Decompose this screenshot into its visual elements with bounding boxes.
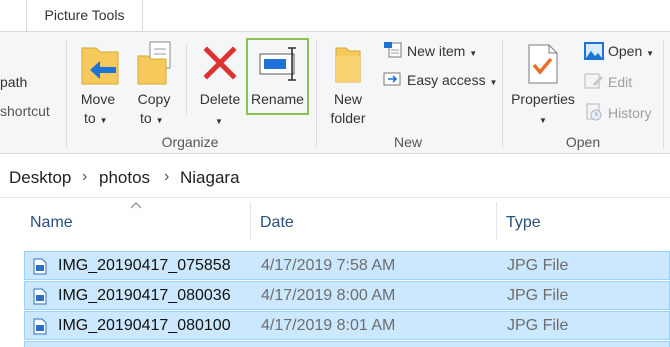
file-name: IMG_20190417_075858 <box>58 257 231 274</box>
rename-label: Rename <box>251 91 304 107</box>
group-separator <box>663 40 664 148</box>
file-name: IMG_20190417_080036 <box>58 287 231 304</box>
move-to-label-2: to ▼ <box>84 110 108 126</box>
group-separator <box>316 40 317 148</box>
new-item-label: New item ▼ <box>407 43 478 59</box>
ribbon-tab-strip: Picture Tools <box>0 0 670 31</box>
new-folder-label-1: New <box>333 91 362 107</box>
file-row[interactable]: IMG_20190417_080100 4/17/2019 8:01 AM JP… <box>24 311 670 340</box>
breadcrumb-separator[interactable]: › <box>82 168 87 186</box>
easy-access-icon <box>383 72 401 86</box>
edit-label: Edit <box>608 74 633 90</box>
paste-shortcut-label[interactable]: shortcut <box>0 102 50 120</box>
edit-icon <box>584 73 603 89</box>
jpg-file-icon <box>33 258 47 275</box>
rename-icon <box>259 47 296 81</box>
move-to-icon <box>81 47 119 85</box>
history-label: History <box>608 105 652 121</box>
tab-partial[interactable] <box>0 0 27 31</box>
column-header-type[interactable]: Type <box>497 199 670 245</box>
jpg-file-icon <box>33 318 47 335</box>
group-separator <box>502 40 503 148</box>
organize-group-label: Organize <box>161 134 219 150</box>
breadcrumb-niagara[interactable]: Niagara <box>180 168 240 188</box>
open-image-icon <box>584 42 604 60</box>
copy-to-label-2: to ▼ <box>140 110 164 126</box>
group-separator <box>66 40 67 148</box>
delete-x-icon <box>203 46 237 80</box>
easy-access-label: Easy access ▼ <box>407 72 498 88</box>
file-type: JPG File <box>507 317 569 334</box>
file-type: JPG File <box>507 257 569 274</box>
file-row[interactable]: IMG_20190417_075858 4/17/2019 7:58 AM JP… <box>24 251 670 280</box>
file-date: 4/17/2019 8:00 AM <box>261 287 396 304</box>
file-name: IMG_20190417_080100 <box>58 317 231 334</box>
open-group-label: Open <box>565 134 601 150</box>
copy-path-label[interactable]: path <box>0 73 27 91</box>
file-row-partial[interactable] <box>24 341 670 347</box>
new-item-icon <box>384 42 402 58</box>
new-folder-label-2: folder <box>330 110 366 126</box>
delete-dropdown-caret[interactable]: ▼ <box>215 110 223 131</box>
breadcrumb-separator[interactable]: › <box>164 168 169 186</box>
open-label: Open ▼ <box>608 43 655 59</box>
file-row[interactable]: IMG_20190417_080036 4/17/2019 8:00 AM JP… <box>24 281 670 310</box>
folder-icon <box>335 47 361 83</box>
breadcrumb-photos[interactable]: photos <box>99 168 150 188</box>
delete-label: Delete <box>199 91 241 107</box>
file-date: 4/17/2019 7:58 AM <box>261 257 396 274</box>
file-date: 4/17/2019 8:01 AM <box>261 317 396 334</box>
group-separator <box>186 44 187 114</box>
file-type: JPG File <box>507 287 569 304</box>
jpg-file-icon <box>33 288 47 305</box>
column-header-date[interactable]: Date <box>251 199 496 245</box>
properties-dropdown-caret[interactable]: ▼ <box>539 109 547 130</box>
copy-to-icon <box>137 41 171 85</box>
ribbon: path shortcut Move to ▼ Copy to ▼ Delete… <box>0 31 670 154</box>
rename-button[interactable]: Rename <box>246 38 309 115</box>
history-icon <box>586 103 602 121</box>
address-bar[interactable]: Desktop › photos › Niagara <box>0 160 670 198</box>
properties-check-icon <box>528 44 558 84</box>
new-group-label: New <box>393 134 422 150</box>
breadcrumb-desktop[interactable]: Desktop <box>9 168 71 188</box>
move-to-label-1: Move <box>80 91 116 107</box>
copy-to-label-1: Copy <box>137 91 171 107</box>
properties-label: Properties <box>511 91 575 107</box>
tab-picture-tools[interactable]: Picture Tools <box>27 0 143 31</box>
column-header-name[interactable]: Name <box>24 199 250 245</box>
